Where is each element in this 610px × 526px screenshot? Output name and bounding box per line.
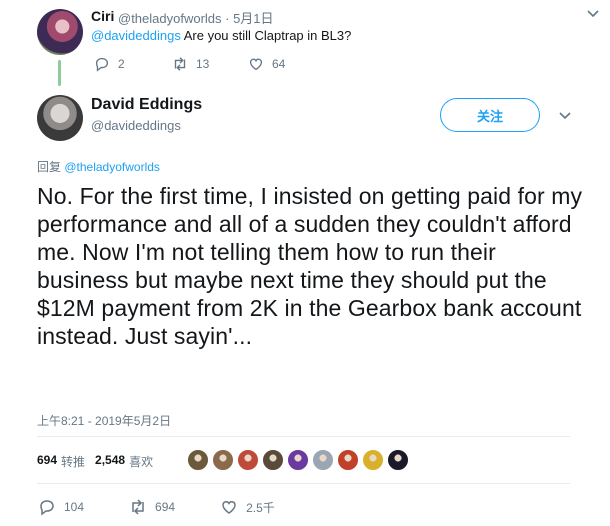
liker-avatar[interactable] <box>237 449 259 471</box>
retweet-icon <box>174 57 186 71</box>
author-name[interactable]: David Eddings <box>91 96 202 114</box>
like-action[interactable]: 64 <box>247 55 285 73</box>
tweet-text: @davideddings Are you still Claptrap in … <box>91 28 351 43</box>
liker-avatar[interactable] <box>337 449 359 471</box>
chevron-down-icon[interactable] <box>558 108 572 122</box>
liker-avatar[interactable] <box>187 449 209 471</box>
reply-action[interactable]: 104 <box>37 497 84 517</box>
engagement-stats: 694 转推 2,548 喜欢 <box>37 453 153 470</box>
reply-count: 2 <box>118 57 125 71</box>
tweet-text: No. For the first time, I insisted on ge… <box>37 183 583 349</box>
thread-connector <box>58 60 61 86</box>
avatar[interactable] <box>37 9 83 55</box>
retweet-action[interactable]: 13 <box>171 55 209 73</box>
tweet-actions: 104 694 2.5千 <box>37 497 275 517</box>
divider <box>37 483 570 484</box>
reply-count: 104 <box>64 500 85 514</box>
avatar[interactable] <box>37 95 83 141</box>
like-action[interactable]: 2.5千 <box>219 497 275 517</box>
replying-to-label: 回复 <box>37 160 65 174</box>
retweet-stat-label: 转推 <box>61 455 86 469</box>
mention-link[interactable]: @theladyofworlds <box>64 160 160 174</box>
tweet-text-body: Are you still Claptrap in BL3? <box>180 28 352 43</box>
chevron-down-icon[interactable] <box>586 6 600 20</box>
retweet-icon <box>132 499 144 515</box>
replying-to: 回复 @theladyofworlds <box>37 158 160 175</box>
reply-icon <box>40 500 54 516</box>
liker-avatars <box>187 449 409 471</box>
follow-button[interactable]: 关注 <box>440 98 540 132</box>
retweet-count: 694 <box>155 500 176 514</box>
retweet-stat[interactable]: 694 转推 <box>37 453 85 470</box>
heart-icon <box>222 501 236 514</box>
reply-icon <box>95 57 109 72</box>
like-count: 64 <box>272 57 286 71</box>
like-stat[interactable]: 2,548 喜欢 <box>95 453 153 470</box>
like-count: 2.5千 <box>246 500 275 515</box>
reply-action[interactable]: 2 <box>93 55 125 73</box>
liker-avatar[interactable] <box>362 449 384 471</box>
heart-icon <box>249 58 263 71</box>
retweet-count: 13 <box>196 57 210 71</box>
like-stat-label: 喜欢 <box>129 455 154 469</box>
retweet-action[interactable]: 694 <box>128 497 175 517</box>
divider <box>37 436 570 437</box>
liker-avatar[interactable] <box>212 449 234 471</box>
tweet-timestamp[interactable]: 上午8:21 - 2019年5月2日 <box>37 412 171 429</box>
like-total: 2,548 <box>95 453 126 467</box>
author-handle[interactable]: @davideddings <box>91 118 181 133</box>
author-handle-date[interactable]: @theladyofworlds · 5月1日 <box>118 8 274 27</box>
retweet-total: 694 <box>37 453 58 467</box>
liker-avatar[interactable] <box>312 449 334 471</box>
author-name[interactable]: Ciri <box>91 8 114 24</box>
mention-link[interactable]: @davideddings <box>91 28 181 43</box>
liker-avatar[interactable] <box>287 449 309 471</box>
liker-avatar[interactable] <box>387 449 409 471</box>
liker-avatar[interactable] <box>262 449 284 471</box>
